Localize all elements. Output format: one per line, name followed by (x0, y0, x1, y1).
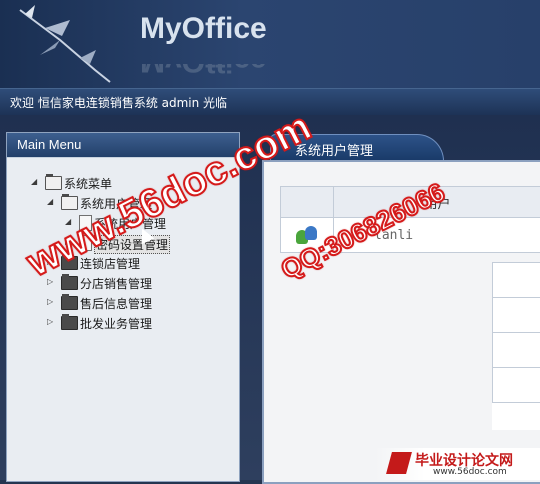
table-header-row: 用户 (281, 187, 540, 218)
grid-row (492, 298, 540, 333)
footer-watermark: 毕业设计论文网 www.56doc.com (375, 448, 540, 480)
main-menu-panel: Main Menu ◢ 系统菜单 ◢ 系统用户管理 ◢ 系统用户管理 ▷ 密码设… (6, 132, 240, 482)
app-header: MyOffice MyOffice (0, 0, 540, 88)
document-icon (79, 235, 92, 251)
folder-open-icon (45, 176, 62, 190)
document-icon (79, 215, 92, 231)
content-area: 系统用户管理 用户 lanli (262, 132, 540, 480)
expanded-arrow-icon[interactable]: ◢ (31, 177, 37, 186)
expanded-arrow-icon[interactable]: ◢ (65, 217, 71, 226)
grid-row (492, 262, 540, 298)
welcome-text: 欢迎 恒信家电连锁销售系统 admin 光临 (10, 94, 227, 111)
tab-label: 系统用户管理 (295, 140, 373, 159)
tab-user-admin[interactable]: 系统用户管理 (270, 134, 444, 161)
bird-logo-icon (0, 0, 130, 88)
tree-node-label: 批发业务管理 (80, 315, 152, 332)
expanded-arrow-icon[interactable]: ◢ (47, 197, 53, 206)
collapsed-arrow-icon[interactable]: ▷ (47, 257, 53, 266)
collapsed-arrow-icon[interactable]: ▷ (47, 317, 53, 326)
users-icon (296, 224, 318, 246)
table-header-cell: 用户 (334, 187, 540, 218)
tree-node-label: 系统用户管理 (80, 195, 152, 212)
app-logo-text: MyOffice (140, 12, 267, 46)
user-table: 用户 lanli (280, 186, 540, 253)
collapsed-arrow-icon[interactable]: ▷ (47, 277, 53, 286)
folder-icon (61, 276, 78, 290)
tree-node-label: 系统用户管理 (94, 215, 166, 232)
tree-node-label: 售后信息管理 (80, 295, 152, 312)
folder-icon (61, 296, 78, 310)
content-pane: 用户 lanli (262, 160, 540, 484)
collapsed-arrow-icon[interactable]: ▷ (65, 237, 71, 246)
menu-tree: ◢ 系统菜单 ◢ 系统用户管理 ◢ 系统用户管理 ▷ 密码设置管理 ▷ 连锁店管… (7, 157, 239, 481)
table-cell-username: lanli (334, 218, 540, 253)
table-row[interactable]: lanli (281, 218, 540, 253)
folder-icon (61, 316, 78, 330)
collapsed-arrow-icon[interactable]: ▷ (47, 297, 53, 306)
empty-grid (492, 262, 540, 430)
tree-node-label: 系统菜单 (64, 175, 112, 192)
site-logo-icon (386, 452, 412, 474)
table-cell (281, 218, 334, 253)
welcome-bar: 欢迎 恒信家电连锁销售系统 admin 光临 (0, 88, 540, 116)
app-logo-reflection: MyOffice (140, 64, 267, 78)
grid-row (492, 333, 540, 368)
tree-node-label: 密码设置管理 (94, 235, 170, 254)
table-header-cell (281, 187, 334, 218)
folder-open-icon (61, 196, 78, 210)
tree-node-label: 连锁店管理 (80, 255, 140, 272)
footer-watermark-url: www.56doc.com (433, 467, 507, 477)
main-menu-title: Main Menu (7, 133, 239, 157)
tree-node-label: 分店销售管理 (80, 275, 152, 292)
folder-icon (61, 256, 78, 270)
grid-row (492, 368, 540, 403)
